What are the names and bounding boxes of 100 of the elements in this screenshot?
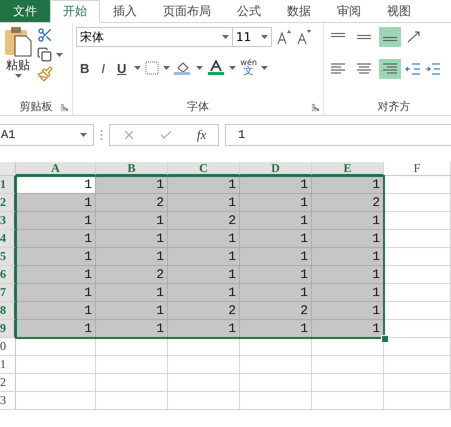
table-cell[interactable]: 1	[240, 266, 312, 284]
paste-button[interactable]: 粘贴	[3, 27, 33, 97]
font-name-field[interactable]: 宋体	[76, 27, 233, 47]
table-cell[interactable]	[96, 392, 168, 410]
shrink-font-icon[interactable]	[296, 29, 312, 45]
table-cell[interactable]: 1	[168, 248, 240, 266]
column-header[interactable]: E	[312, 162, 384, 176]
table-cell[interactable]: 1	[312, 320, 384, 338]
table-cell[interactable]: 1	[16, 320, 96, 338]
table-cell[interactable]: 2	[168, 212, 240, 230]
table-cell[interactable]	[384, 284, 451, 302]
table-cell[interactable]	[384, 392, 451, 410]
table-cell[interactable]: 1	[96, 230, 168, 248]
table-cell[interactable]	[96, 356, 168, 374]
table-cell[interactable]: 1	[16, 194, 96, 212]
table-cell[interactable]	[16, 374, 96, 392]
launcher-icon[interactable]	[61, 104, 68, 111]
ribbon-tab[interactable]: 文件	[0, 0, 50, 22]
table-cell[interactable]: 1	[96, 302, 168, 320]
select-all-corner[interactable]	[0, 162, 16, 176]
table-cell[interactable]: 1	[312, 302, 384, 320]
table-cell[interactable]: 1	[96, 320, 168, 338]
insert-function-button[interactable]: fx	[196, 127, 206, 143]
table-cell[interactable]: 1	[240, 248, 312, 266]
table-cell[interactable]: 1	[168, 176, 240, 194]
cut-icon[interactable]	[37, 27, 53, 43]
table-cell[interactable]	[384, 266, 451, 284]
table-cell[interactable]	[384, 230, 451, 248]
phonetic-guide-button[interactable]: wén 文	[240, 59, 257, 77]
table-cell[interactable]	[384, 176, 451, 194]
row-header[interactable]: 2	[0, 194, 16, 212]
row-header[interactable]: 3	[0, 392, 16, 410]
row-header[interactable]: 4	[0, 230, 16, 248]
table-cell[interactable]: 2	[312, 194, 384, 212]
table-cell[interactable]: 1	[312, 266, 384, 284]
table-cell[interactable]: 1	[16, 284, 96, 302]
column-header[interactable]: F	[384, 162, 451, 176]
table-cell[interactable]: 1	[312, 212, 384, 230]
table-cell[interactable]: 1	[168, 230, 240, 248]
bold-button[interactable]: B	[76, 60, 94, 76]
table-cell[interactable]	[384, 374, 451, 392]
table-cell[interactable]: 1	[168, 194, 240, 212]
row-header[interactable]: 3	[0, 212, 16, 230]
table-cell[interactable]: 1	[240, 230, 312, 248]
table-cell[interactable]	[384, 302, 451, 320]
table-cell[interactable]	[168, 356, 240, 374]
column-header[interactable]: D	[240, 162, 312, 176]
row-header[interactable]: 7	[0, 284, 16, 302]
table-cell[interactable]: 1	[96, 248, 168, 266]
table-cell[interactable]	[384, 356, 451, 374]
table-cell[interactable]	[312, 356, 384, 374]
table-cell[interactable]: 1	[168, 320, 240, 338]
table-cell[interactable]: 1	[16, 230, 96, 248]
table-cell[interactable]: 1	[168, 266, 240, 284]
table-cell[interactable]	[240, 338, 312, 356]
table-cell[interactable]: 1	[16, 212, 96, 230]
row-header[interactable]: 1	[0, 356, 16, 374]
table-cell[interactable]: 1	[240, 320, 312, 338]
table-cell[interactable]: 1	[312, 176, 384, 194]
table-cell[interactable]: 1	[168, 284, 240, 302]
table-cell[interactable]: 1	[16, 302, 96, 320]
table-cell[interactable]	[16, 338, 96, 356]
table-cell[interactable]: 1	[16, 248, 96, 266]
horizontal-align-button[interactable]	[379, 59, 401, 79]
table-cell[interactable]: 1	[312, 248, 384, 266]
table-cell[interactable]: 1	[240, 284, 312, 302]
decrease-indent-icon[interactable]	[405, 62, 421, 76]
table-cell[interactable]	[240, 356, 312, 374]
table-cell[interactable]: 1	[16, 266, 96, 284]
fill-color-icon[interactable]	[174, 60, 192, 76]
row-header[interactable]: 9	[0, 320, 16, 338]
table-cell[interactable]: 2	[96, 194, 168, 212]
table-cell[interactable]	[16, 392, 96, 410]
formula-field[interactable]: 1	[225, 124, 451, 146]
italic-button[interactable]: I	[97, 60, 110, 76]
table-cell[interactable]: 1	[96, 212, 168, 230]
row-header[interactable]: 0	[0, 338, 16, 356]
table-cell[interactable]	[240, 374, 312, 392]
table-cell[interactable]	[384, 212, 451, 230]
vertical-align-button[interactable]	[379, 27, 401, 47]
table-cell[interactable]: 1	[312, 230, 384, 248]
table-cell[interactable]	[384, 248, 451, 266]
table-cell[interactable]	[96, 374, 168, 392]
column-header[interactable]: B	[96, 162, 168, 176]
borders-icon[interactable]	[145, 61, 160, 75]
font-size-field[interactable]: 11	[232, 27, 272, 47]
table-cell[interactable]	[168, 392, 240, 410]
table-cell[interactable]: 2	[168, 302, 240, 320]
table-cell[interactable]: 1	[16, 176, 96, 194]
row-header[interactable]: 2	[0, 374, 16, 392]
column-header[interactable]: C	[168, 162, 240, 176]
column-header[interactable]: A	[16, 162, 96, 176]
table-cell[interactable]	[312, 392, 384, 410]
table-cell[interactable]	[168, 338, 240, 356]
ribbon-tab[interactable]: 开始	[50, 0, 100, 23]
fill-handle[interactable]	[381, 335, 389, 343]
launcher-icon[interactable]	[312, 104, 319, 111]
table-cell[interactable]: 1	[312, 284, 384, 302]
font-color-icon[interactable]	[207, 60, 226, 76]
table-cell[interactable]: 1	[240, 176, 312, 194]
